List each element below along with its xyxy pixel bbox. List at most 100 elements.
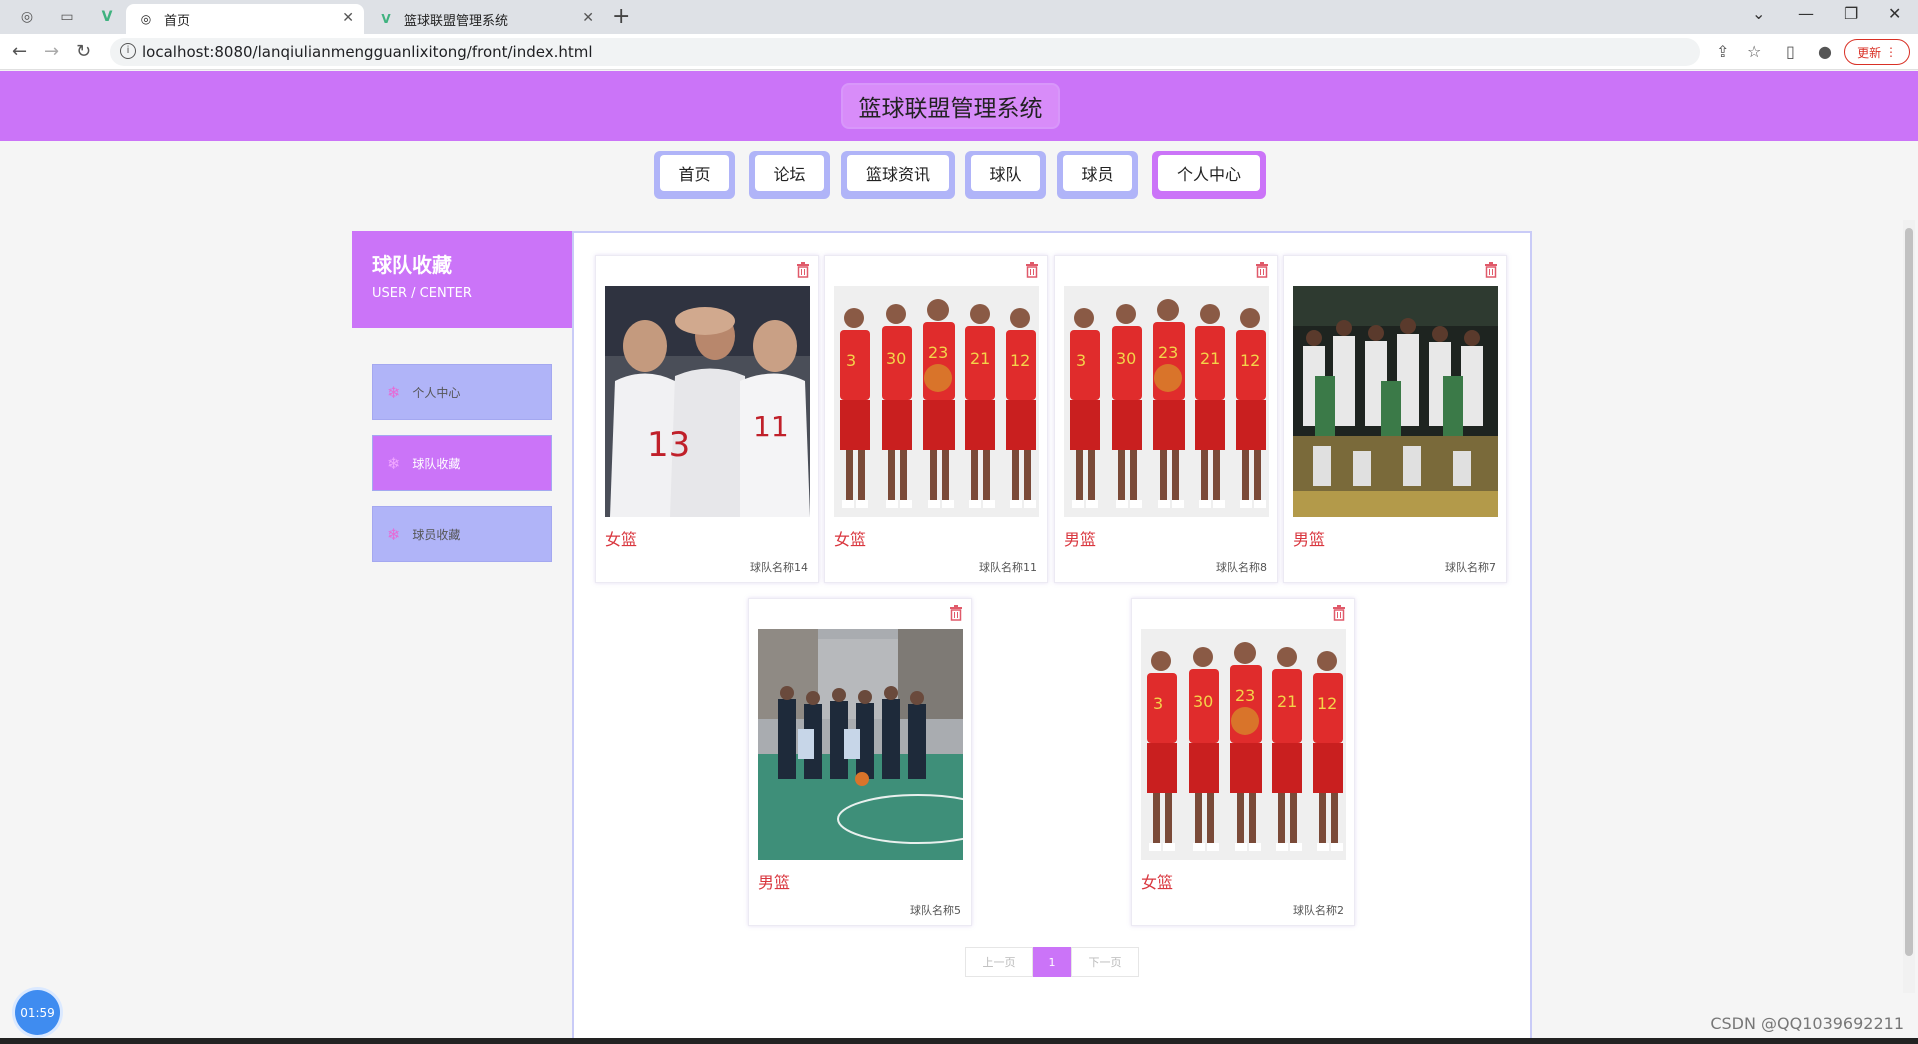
minimize-icon[interactable]: — bbox=[1798, 4, 1814, 23]
nav-label: 个人中心 bbox=[1158, 155, 1260, 191]
profile-icon[interactable]: ● bbox=[1818, 42, 1832, 61]
site-title: 篮球联盟管理系统 bbox=[843, 85, 1058, 127]
trash-icon[interactable] bbox=[796, 262, 810, 278]
svg-text:30: 30 bbox=[1116, 349, 1136, 368]
team-card[interactable]: 3 30 23 21 12 男篮 球队名称8 bbox=[1054, 255, 1278, 583]
nav-label: 篮球资讯 bbox=[847, 155, 949, 191]
browser-tab-home[interactable]: ◎ 首页 ✕ bbox=[126, 4, 364, 34]
close-tab-icon[interactable]: ✕ bbox=[342, 10, 354, 26]
sidebar-title: 球队收藏 bbox=[372, 253, 452, 277]
svg-text:23: 23 bbox=[1158, 343, 1178, 362]
window-close-icon[interactable]: ✕ bbox=[1888, 4, 1901, 23]
svg-text:13: 13 bbox=[647, 425, 690, 465]
url-field[interactable]: i localhost:8080/lanqiulianmengguanlixit… bbox=[110, 38, 1700, 66]
team-photo: 3 30 23 21 12 bbox=[834, 286, 1039, 517]
team-category: 女篮 bbox=[834, 530, 867, 549]
update-label: 更新 bbox=[1857, 45, 1882, 60]
trash-icon[interactable] bbox=[1332, 605, 1346, 621]
pagination: 上一页 1 下一页 bbox=[965, 947, 1139, 977]
nav-label: 论坛 bbox=[755, 155, 824, 191]
main-nav: 首页 论坛 篮球资讯 球队 球员 个人中心 bbox=[0, 151, 1918, 201]
share-icon[interactable]: ⇪ bbox=[1716, 42, 1729, 61]
site-header: 篮球联盟管理系统 bbox=[0, 71, 1918, 141]
pinned-tab-globe-icon[interactable]: ◎ bbox=[12, 6, 42, 28]
team-card[interactable]: 3 30 23 21 12 女篮 球队名称2 bbox=[1131, 598, 1355, 926]
page-scrollbar[interactable] bbox=[1903, 220, 1915, 993]
team-name: 球队名称11 bbox=[979, 561, 1037, 574]
sidebar-item-team-favorites[interactable]: ❄ 球队收藏 bbox=[372, 435, 552, 491]
svg-text:30: 30 bbox=[886, 349, 906, 368]
tab-search-icon[interactable]: ⌄ bbox=[1752, 4, 1765, 23]
team-name: 球队名称2 bbox=[1293, 904, 1344, 917]
prev-page-button[interactable]: 上一页 bbox=[965, 947, 1033, 977]
restore-icon[interactable]: ❐ bbox=[1844, 4, 1858, 23]
nav-item-user-center[interactable]: 个人中心 bbox=[1152, 151, 1266, 199]
current-page-button[interactable]: 1 bbox=[1033, 947, 1071, 977]
team-card[interactable]: 13 11 女篮 球队名称14 bbox=[595, 255, 819, 583]
close-tab-icon[interactable]: ✕ bbox=[582, 10, 594, 26]
bookmark-star-icon[interactable]: ☆ bbox=[1747, 42, 1761, 61]
watermark: CSDN @QQ1039692211 bbox=[1710, 1014, 1904, 1033]
nav-item-home[interactable]: 首页 bbox=[654, 151, 735, 199]
svg-text:21: 21 bbox=[1277, 692, 1297, 711]
taskbar-edge bbox=[0, 1038, 1918, 1044]
snowflake-icon: ❄ bbox=[387, 382, 401, 402]
svg-text:12: 12 bbox=[1240, 351, 1260, 370]
sidebar-item-user-center[interactable]: ❄ 个人中心 bbox=[372, 364, 552, 420]
url-text: localhost:8080/lanqiulianmengguanlixiton… bbox=[142, 43, 593, 61]
team-photo bbox=[1293, 286, 1498, 517]
sidebar-item-label: 球员收藏 bbox=[412, 527, 461, 542]
team-photo: 3 30 23 21 12 bbox=[1064, 286, 1269, 517]
team-card[interactable]: 男篮 球队名称5 bbox=[748, 598, 972, 926]
sidebar-item-label: 球队收藏 bbox=[412, 456, 461, 471]
svg-text:12: 12 bbox=[1010, 351, 1030, 370]
svg-text:21: 21 bbox=[970, 349, 990, 368]
forward-icon[interactable]: → bbox=[44, 41, 59, 62]
svg-text:3: 3 bbox=[1153, 694, 1163, 713]
pinned-tab-folder-icon[interactable]: ▭ bbox=[52, 6, 82, 28]
site-info-icon[interactable]: i bbox=[120, 43, 136, 59]
nav-label: 球队 bbox=[971, 155, 1040, 191]
trash-icon[interactable] bbox=[949, 605, 963, 621]
team-card[interactable]: 男篮 球队名称7 bbox=[1283, 255, 1507, 583]
team-category: 男篮 bbox=[1064, 530, 1097, 549]
next-page-button[interactable]: 下一页 bbox=[1071, 947, 1139, 977]
team-category: 女篮 bbox=[605, 530, 638, 549]
trash-icon[interactable] bbox=[1484, 262, 1498, 278]
vue-logo-icon: V bbox=[381, 12, 391, 26]
svg-text:30: 30 bbox=[1193, 692, 1213, 711]
browser-update-button[interactable]: 更新 ⋮ bbox=[1844, 39, 1910, 65]
team-category: 女篮 bbox=[1141, 873, 1174, 892]
snowflake-icon: ❄ bbox=[387, 453, 401, 473]
side-panel-icon[interactable]: ▯ bbox=[1786, 42, 1795, 61]
team-name: 球队名称14 bbox=[750, 561, 808, 574]
scrollbar-thumb[interactable] bbox=[1905, 228, 1913, 956]
team-card[interactable]: 3 30 23 21 12 女篮 球队名称11 bbox=[824, 255, 1048, 583]
nav-item-forum[interactable]: 论坛 bbox=[749, 151, 830, 199]
trash-icon[interactable] bbox=[1025, 262, 1039, 278]
nav-label: 球员 bbox=[1063, 155, 1132, 191]
reload-icon[interactable]: ↻ bbox=[76, 41, 91, 62]
browser-tab-bar: ◎ ▭ V ◎ 首页 ✕ V 篮球联盟管理系统 ✕ + ⌄ — ❐ ✕ bbox=[0, 0, 1918, 34]
team-photo bbox=[758, 629, 963, 860]
svg-text:23: 23 bbox=[1235, 686, 1255, 705]
browser-tab-system[interactable]: V 篮球联盟管理系统 ✕ bbox=[366, 4, 604, 34]
recording-timer: 01:59 bbox=[15, 990, 60, 1035]
svg-text:3: 3 bbox=[846, 351, 856, 370]
back-icon[interactable]: ← bbox=[12, 41, 27, 62]
new-tab-button[interactable]: + bbox=[612, 4, 630, 29]
snowflake-icon: ❄ bbox=[387, 524, 401, 544]
nav-item-players[interactable]: 球员 bbox=[1057, 151, 1138, 199]
sidebar-item-player-favorites[interactable]: ❄ 球员收藏 bbox=[372, 506, 552, 562]
svg-text:23: 23 bbox=[928, 343, 948, 362]
pinned-tab-vue-icon[interactable]: V bbox=[92, 6, 122, 28]
nav-item-news[interactable]: 篮球资讯 bbox=[841, 151, 955, 199]
sidebar-subtitle: USER / CENTER bbox=[372, 286, 472, 301]
sidebar-header: 球队收藏 USER / CENTER bbox=[352, 231, 572, 328]
sidebar-item-label: 个人中心 bbox=[412, 385, 461, 400]
globe-icon: ◎ bbox=[140, 12, 152, 26]
trash-icon[interactable] bbox=[1255, 262, 1269, 278]
nav-item-teams[interactable]: 球队 bbox=[965, 151, 1046, 199]
team-name: 球队名称7 bbox=[1445, 561, 1496, 574]
team-category: 男篮 bbox=[1293, 530, 1326, 549]
